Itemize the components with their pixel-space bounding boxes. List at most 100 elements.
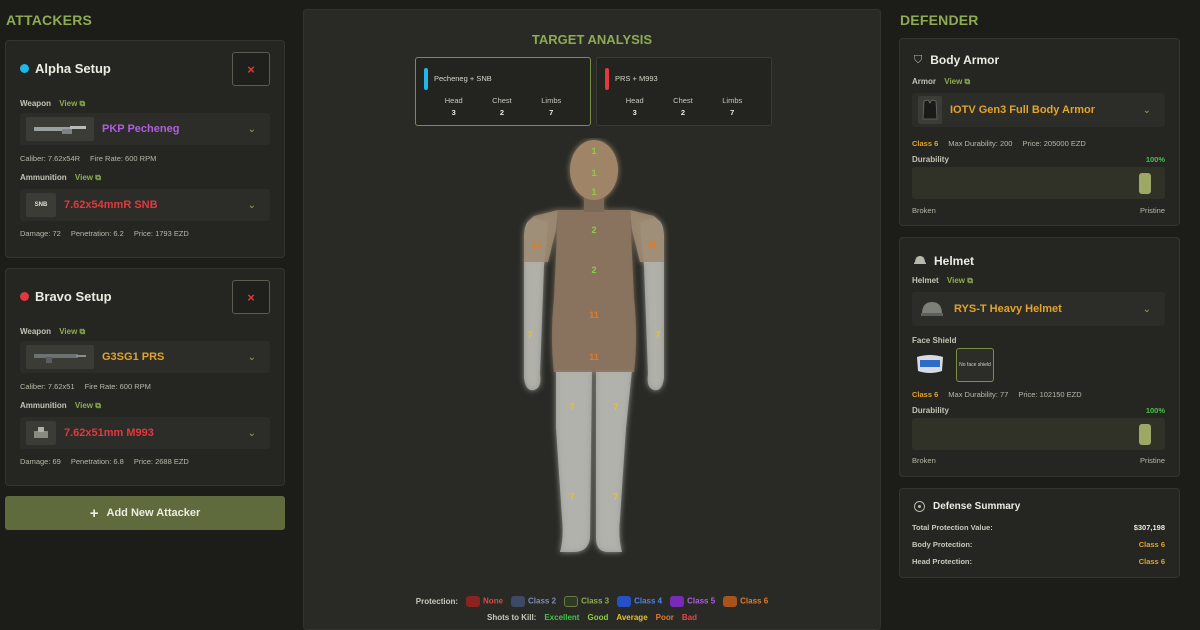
chevron-down-icon: ⌄ <box>1142 303 1151 315</box>
face-shield-option[interactable] <box>912 348 948 382</box>
attacker-summary-card[interactable]: Pecheneg + SNB Head 3 Chest 2 Limbs 7 <box>415 57 591 126</box>
remove-attacker-button[interactable]: × <box>232 280 270 314</box>
weapon-thumbnail <box>26 117 94 141</box>
remove-attacker-button[interactable]: × <box>232 52 270 86</box>
right-shoulder-zone[interactable] <box>630 210 664 262</box>
legend-class6-label: Class 6 <box>740 596 769 606</box>
helmet-durability-percent: 100% <box>1145 406 1165 415</box>
legend-class2: Class 2 <box>511 596 556 607</box>
armor-durability-slider[interactable] <box>912 167 1165 199</box>
helmet-price: Price: 102150 EZD <box>1018 390 1082 399</box>
limbs-label: Limbs <box>541 96 562 105</box>
attacker-summary-card[interactable]: PRS + M993 Head 3 Chest 2 Limbs 7 <box>596 57 772 126</box>
chevron-down-icon: ⌄ <box>1142 104 1151 116</box>
head-value: 3 <box>632 108 637 117</box>
weapon-fire-rate: Fire Rate: 600 RPM <box>84 382 151 391</box>
zone-head-mid: 1 <box>591 168 596 178</box>
right-leg-zone[interactable] <box>596 370 632 552</box>
ammo-damage: Damage: 72 <box>20 229 61 238</box>
ammo-view-link[interactable]: View ⧉ <box>75 401 101 410</box>
stk-legend-label: Shots to Kill: <box>487 613 537 622</box>
thorax-zone[interactable] <box>554 210 634 298</box>
zone-chest-top: 2 <box>591 225 596 235</box>
ammo-value: 7.62x51mm M993 <box>64 427 154 439</box>
ammo-label-row: Ammunition View ⧉ <box>20 173 101 183</box>
summary-label: Total Protection Value: <box>912 523 993 532</box>
helmet-value: RYS-T Heavy Helmet <box>954 303 1062 315</box>
summary-icon <box>914 501 925 512</box>
helmet-label-row: Helmet View ⧉ <box>912 276 973 286</box>
helmet-scale-pristine: Pristine <box>1139 456 1165 465</box>
armor-durability-label: Durability <box>912 155 949 164</box>
left-shoulder-zone[interactable] <box>524 210 558 262</box>
limbs-cell: Limbs 7 <box>722 96 742 117</box>
summary-row-head: Head Protection: Class 6 <box>912 557 1165 566</box>
head-cell: Head 3 <box>445 96 463 117</box>
chevron-down-icon: ⌄ <box>247 123 256 135</box>
weapon-value: G3SG1 PRS <box>102 351 165 363</box>
zone-left-arm: 7 <box>527 330 532 340</box>
legend-class4-label: Class 4 <box>634 596 663 606</box>
stk-average: Average <box>616 613 648 622</box>
chest-value: 2 <box>499 108 505 117</box>
armor-panel-title: Body Armor <box>930 53 1000 67</box>
target-analysis-title: TARGET ANALYSIS <box>531 32 653 47</box>
weapon-label: Weapon <box>20 327 51 336</box>
weapon-select[interactable]: PKP Pecheneg ⌄ <box>20 113 270 145</box>
ammo-select[interactable]: SNB 7.62x54mmR SNB ⌄ <box>20 189 270 221</box>
zone-right-calf: 7 <box>613 492 618 502</box>
stk-excellent: Excellent <box>544 613 580 622</box>
armor-header: ⛉ Body Armor <box>914 53 999 67</box>
summary-row-total: Total Protection Value: $307,198 <box>912 523 1165 532</box>
helmet-view-link[interactable]: View ⧉ <box>947 276 973 285</box>
helmet-durability-slider[interactable] <box>912 418 1165 450</box>
zone-head-top: 1 <box>591 146 596 156</box>
armor-durability-handle[interactable] <box>1139 173 1151 194</box>
bravo-color-dot <box>20 292 29 301</box>
ammo-penetration: Penetration: 6.8 <box>70 457 124 466</box>
chevron-down-icon: ⌄ <box>247 351 256 363</box>
armor-thumbnail <box>918 96 942 124</box>
setup-name: Alpha Setup <box>35 61 111 76</box>
weapon-view-link[interactable]: View ⧉ <box>59 327 85 336</box>
attackers-title: ATTACKERS <box>6 12 93 28</box>
no-face-shield-label: No face shield <box>959 362 991 368</box>
defense-summary-panel: Defense Summary Total Protection Value: … <box>899 488 1180 578</box>
weapon-label-row: Weapon View ⧉ <box>20 99 85 109</box>
helmet-durability-handle[interactable] <box>1139 424 1151 445</box>
limbs-cell: Limbs 7 <box>541 96 561 117</box>
weapon-view-link[interactable]: View ⧉ <box>59 99 85 108</box>
helmet-class: Class 6 <box>912 390 939 399</box>
weapon-value: PKP Pecheneg <box>102 123 180 135</box>
summary-header: Defense Summary <box>914 501 1020 512</box>
attacker-card-bravo: Bravo Setup × Weapon View ⧉ G3SG1 PRS ⌄ … <box>5 268 285 486</box>
zone-right-arm: 7 <box>655 330 660 340</box>
armor-view-link[interactable]: View ⧉ <box>944 77 970 86</box>
zone-stomach-top: 11 <box>589 310 599 320</box>
weapon-fire-rate: Fire Rate: 600 RPM <box>90 154 157 163</box>
weapon-caliber: Caliber: 7.62x51 <box>20 382 75 391</box>
stk-good: Good <box>587 613 609 622</box>
ammo-view-link[interactable]: View ⧉ <box>75 173 101 182</box>
helmet-header: Helmet <box>914 252 974 270</box>
setup-header: Alpha Setup <box>20 61 111 76</box>
no-face-shield-option[interactable]: No face shield <box>956 348 994 382</box>
helmet-panel: Helmet Helmet View ⧉ RYS-T Heavy Helmet … <box>899 237 1180 477</box>
helmet-select[interactable]: RYS-T Heavy Helmet ⌄ <box>912 292 1165 326</box>
ammo-value: 7.62x54mmR SNB <box>64 199 158 211</box>
summary-value: $307,198 <box>1133 523 1165 532</box>
ammo-label: Ammunition <box>20 173 67 182</box>
weapon-label: Weapon <box>20 99 51 108</box>
armor-select[interactable]: IOTV Gen3 Full Body Armor ⌄ <box>912 93 1165 127</box>
ammo-select[interactable]: 7.62x51mm M993 ⌄ <box>20 417 270 449</box>
weapon-thumbnail <box>26 345 94 369</box>
left-leg-zone[interactable] <box>556 370 592 552</box>
legend-class5-label: Class 5 <box>687 596 716 606</box>
weapon-select[interactable]: G3SG1 PRS ⌄ <box>20 341 270 373</box>
limbs-label: Limbs <box>722 96 743 105</box>
ammo-label: Ammunition <box>20 401 67 410</box>
zone-right-shoulder: 11 <box>647 239 657 249</box>
body-armor-panel: ⛉ Body Armor Armor View ⧉ IOTV Gen3 Full… <box>899 38 1180 226</box>
legend-class4: Class 4 <box>617 596 662 607</box>
add-attacker-button[interactable]: + Add New Attacker <box>5 496 285 530</box>
